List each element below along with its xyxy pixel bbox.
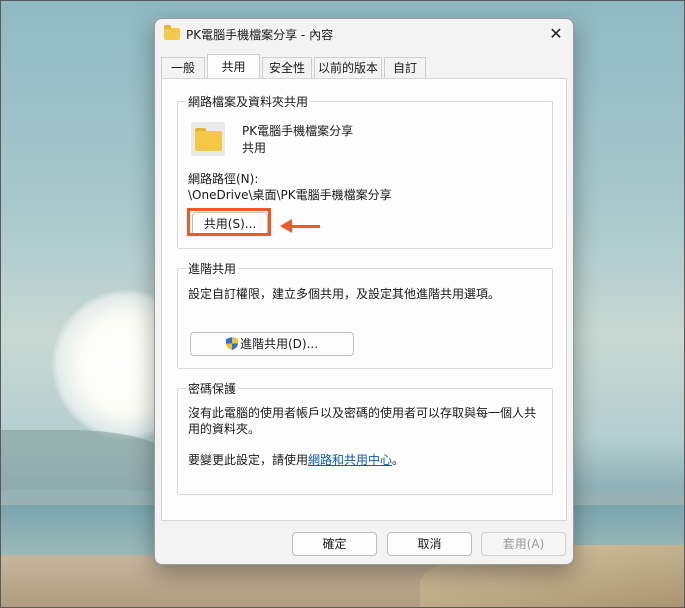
password-protection-group: 密碼保護 沒有此電腦的使用者帳戶以及密碼的使用者可以存取與每一個人共用的資料夾。… xyxy=(177,380,553,495)
group-title: 進階共用 xyxy=(186,260,239,277)
change-suffix: 。 xyxy=(392,453,405,467)
group-title: 密碼保護 xyxy=(186,380,239,397)
network-path-label: 網路路徑(N): xyxy=(188,172,259,186)
tab-security[interactable]: 安全性 xyxy=(262,57,312,78)
tab-sharing[interactable]: 共用 xyxy=(207,54,260,79)
tab-previous-versions[interactable]: 以前的版本 xyxy=(314,57,382,78)
window-title: PK電腦手機檔案分享 - 內容 xyxy=(186,28,334,42)
ok-button[interactable]: 確定 xyxy=(292,532,377,556)
close-button[interactable]: ✕ xyxy=(541,21,571,47)
network-path-value: \OneDrive\桌面\PK電腦手機檔案分享 xyxy=(188,188,392,202)
advanced-sharing-button[interactable]: 進階共用(D)... xyxy=(190,332,354,356)
shield-icon xyxy=(225,337,238,350)
apply-button[interactable]: 套用(A) xyxy=(481,532,566,556)
sharing-tab-panel: 網路檔案及資料夾共用 PK電腦手機檔案分享 共用 網路路徑(N): \OneDr… xyxy=(161,78,567,521)
properties-dialog: PK電腦手機檔案分享 - 內容 ✕ 一般 共用 安全性 以前的版本 自訂 網路檔… xyxy=(154,18,574,565)
network-sharing-center-link[interactable]: 網路和共用中心 xyxy=(308,453,392,467)
tab-general[interactable]: 一般 xyxy=(161,57,205,78)
advanced-sharing-button-label: 進階共用(D)... xyxy=(239,337,319,351)
group-title: 網路檔案及資料夾共用 xyxy=(186,93,311,110)
cancel-button[interactable]: 取消 xyxy=(387,532,472,556)
title-bar: PK電腦手機檔案分享 - 內容 ✕ xyxy=(155,19,573,49)
password-change-text: 要變更此設定，請使用網路和共用中心。 xyxy=(188,451,404,468)
folder-name: PK電腦手機檔案分享 xyxy=(242,124,354,138)
annotation-highlight-box xyxy=(187,208,271,236)
wallpaper-hill xyxy=(0,430,180,490)
folder-icon xyxy=(164,25,180,40)
annotation-arrow-shaft xyxy=(290,225,320,228)
password-protection-description: 沒有此電腦的使用者帳戶以及密碼的使用者可以存取與每一個人共用的資料夾。 xyxy=(188,406,537,436)
change-prefix: 要變更此設定，請使用 xyxy=(188,453,309,467)
tab-customize[interactable]: 自訂 xyxy=(384,57,426,78)
advanced-sharing-group: 進階共用 設定自訂權限，建立多個共用，及設定其他進階共用選項。 進階共用(D).… xyxy=(177,260,553,369)
share-status: 共用 xyxy=(242,141,267,155)
folder-icon xyxy=(191,122,225,156)
advanced-sharing-description: 設定自訂權限，建立多個共用，及設定其他進階共用選項。 xyxy=(188,287,501,301)
